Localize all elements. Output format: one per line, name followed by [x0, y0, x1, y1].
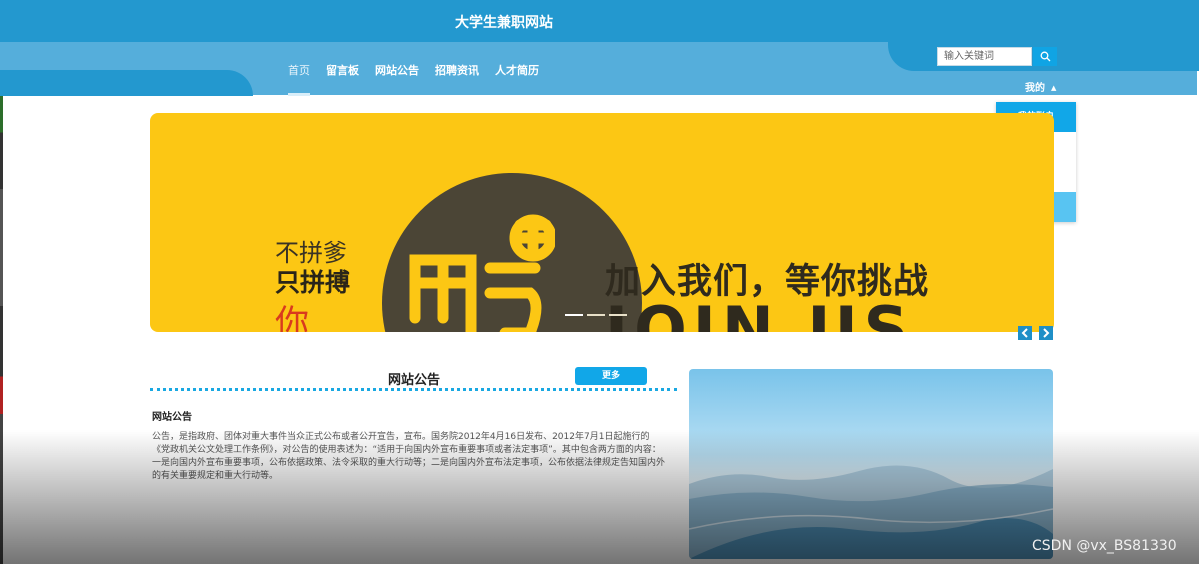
top-header: 大学生兼职网站	[0, 0, 1199, 42]
background-window-strip	[0, 95, 3, 564]
search-button[interactable]	[1033, 47, 1057, 66]
banner-carousel[interactable]: 不拼爹 只拼搏 你 加入我们，等你挑战 JOIN US	[150, 113, 1054, 332]
site-title: 大学生兼职网站	[455, 15, 553, 31]
nav-item-announcements[interactable]: 网站公告	[375, 63, 419, 96]
more-button[interactable]: 更多	[575, 367, 647, 385]
header-decoration-left	[0, 70, 253, 96]
nav-item-jobs[interactable]: 招聘资讯	[435, 63, 479, 96]
carousel-indicators	[565, 314, 627, 316]
chevron-left-icon	[1021, 328, 1028, 338]
announcement-section-title: 网站公告	[388, 373, 441, 388]
banner-text-line3: 你	[275, 303, 309, 332]
carousel-dot[interactable]	[609, 314, 627, 316]
main-nav: 首页 留言板 网站公告 招聘资讯 人才简历	[288, 63, 555, 96]
nav-item-home[interactable]: 首页	[288, 63, 310, 96]
side-landscape-image	[689, 369, 1053, 559]
user-menu-toggle[interactable]: 我的 ▲	[1025, 79, 1056, 94]
mountain-wave-graphic	[689, 465, 1053, 559]
banner-glyph-graphic	[409, 214, 555, 332]
announcement-body: 公告，是指政府、团体对重大事件当众正式公布或者公开宣告，宣布。国务院2012年4…	[152, 432, 666, 481]
announcement-heading[interactable]: 网站公告	[152, 408, 192, 423]
nav-item-resumes[interactable]: 人才简历	[495, 63, 539, 96]
watermark: CSDN @vx_BS81330	[1032, 538, 1177, 554]
carousel-dot[interactable]	[587, 314, 605, 316]
user-menu-label: 我的	[1025, 83, 1045, 94]
banner-join-text: JOIN US	[605, 293, 915, 332]
nav-item-message-board[interactable]: 留言板	[326, 63, 359, 96]
carousel-next-button[interactable]	[1039, 326, 1053, 340]
banner-text-line2: 只拼搏	[275, 268, 351, 297]
carousel-dot[interactable]	[565, 314, 583, 316]
carousel-prev-button[interactable]	[1018, 326, 1032, 340]
search-icon	[1040, 51, 1050, 62]
caret-up-icon: ▲	[1051, 84, 1057, 92]
chevron-right-icon	[1043, 328, 1050, 338]
search-input[interactable]: 输入关键词	[937, 47, 1032, 66]
section-divider	[150, 388, 677, 391]
